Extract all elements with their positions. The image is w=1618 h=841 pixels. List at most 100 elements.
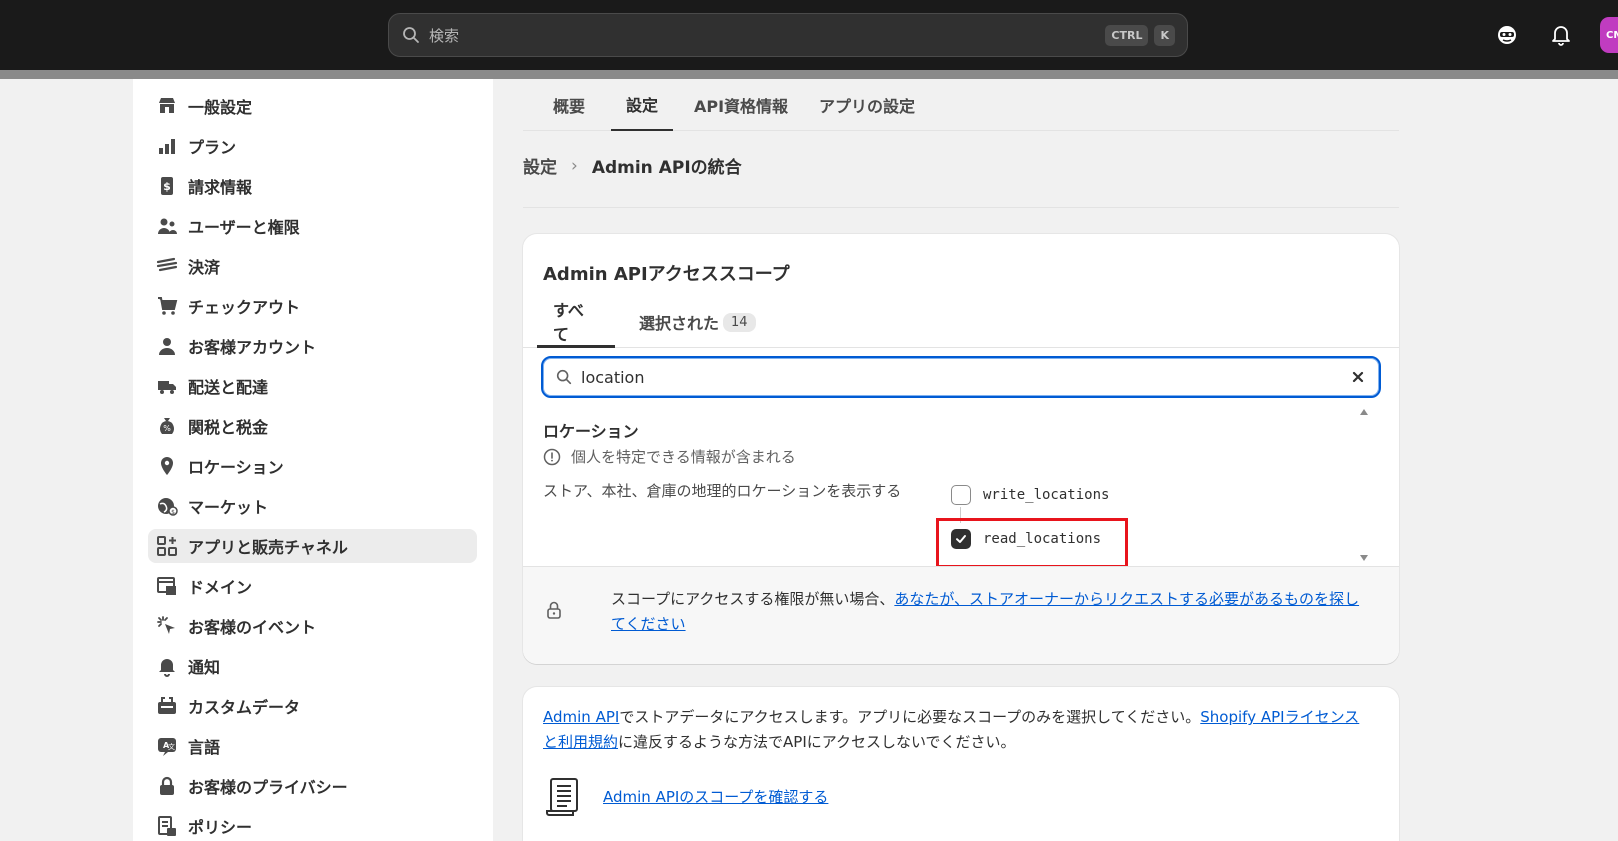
permission-notice: スコープにアクセスする権限が無い場合、あなたが、ストアオーナーからリクエストする… xyxy=(523,566,1399,664)
pii-note: 個人を特定できる情報が含まれる xyxy=(571,448,796,466)
sidebar-item-label: ロケーション xyxy=(188,458,284,477)
access-scopes-card: Admin APIアクセススコープ すべて 選択された 14 location … xyxy=(523,234,1399,664)
section-title: ロケーション xyxy=(543,422,639,441)
top-bar: 検索 CTRL K CM xyxy=(0,0,1618,70)
settings-sidebar: 一般設定プラン $ 請求情報ユーザーと権限決済チェックアウト お客様アカウント 配送と配… xyxy=(133,79,493,841)
divider xyxy=(523,207,1399,208)
sidebar-item-17[interactable]: お客様のプライバシー xyxy=(148,769,477,803)
sidebar-item-18[interactable]: ポリシー xyxy=(148,809,477,841)
sidebar-item-10[interactable]: $ マーケット xyxy=(148,489,477,523)
card-title: Admin APIアクセススコープ xyxy=(543,264,790,285)
domain-icon xyxy=(156,575,178,597)
info-text-1: でストアデータにアクセスします。アプリに必要なスコープのみを選択してください。 xyxy=(619,708,1201,726)
breadcrumb-parent[interactable]: 設定 xyxy=(523,153,557,178)
sidebar-item-8[interactable]: % 関税と税金 xyxy=(148,409,477,443)
sidekick-icon[interactable] xyxy=(1494,22,1520,48)
sidebar-item-label: お客様のイベント xyxy=(188,618,317,637)
users-icon xyxy=(156,215,178,237)
sidebar-item-3[interactable]: ユーザーと権限 xyxy=(148,209,477,243)
search-icon xyxy=(556,369,572,385)
avatar[interactable]: CM xyxy=(1600,17,1618,53)
breadcrumb: 設定 › Admin APIの統合 xyxy=(523,153,742,179)
globe-icon: $ xyxy=(156,495,178,517)
sidebar-item-13[interactable]: お客様のイベント xyxy=(148,609,477,643)
scopes-doc-row: Admin APIのスコープを確認する xyxy=(543,775,828,817)
cursor-click-icon xyxy=(156,615,178,637)
sidebar-item-0[interactable]: 一般設定 xyxy=(148,89,477,123)
sidebar-item-9[interactable]: ロケーション xyxy=(148,449,477,483)
sidebar-item-2[interactable]: $ 請求情報 xyxy=(148,169,477,203)
scope-search-input[interactable]: location xyxy=(541,356,1381,398)
tab-selected-label: 選択された xyxy=(639,314,720,333)
sidebar-item-4[interactable]: 決済 xyxy=(148,249,477,283)
page-title: Admin APIの統合 xyxy=(591,158,742,178)
notice-text: スコープにアクセスする権限が無い場合、あなたが、ストアオーナーからリクエストする… xyxy=(611,587,1371,637)
sidebar-item-14[interactable]: 通知 xyxy=(148,649,477,683)
chevron-right-icon: › xyxy=(571,155,578,176)
checkbox-unchecked[interactable] xyxy=(951,485,971,505)
shortcut-k: K xyxy=(1154,24,1175,46)
sidebar-item-16[interactable]: A 文言語 xyxy=(148,729,477,763)
tab-selected[interactable]: 選択された 14 xyxy=(623,296,772,348)
sidebar-item-label: ポリシー xyxy=(188,818,253,837)
sidebar-item-label: マーケット xyxy=(188,498,269,517)
loading-bar xyxy=(0,70,1618,79)
review-scopes-link[interactable]: Admin APIのスコープを確認する xyxy=(603,786,828,807)
sidebar-item-label: お客様アカウント xyxy=(188,338,317,357)
document-scroll-icon xyxy=(546,778,578,816)
sidebar-item-7[interactable]: 配送と配達 xyxy=(148,369,477,403)
bell-icon xyxy=(156,655,178,677)
sidebar-item-1[interactable]: プラン xyxy=(148,129,477,163)
notice-message: スコープにアクセスする権限が無い場合、 xyxy=(611,590,895,608)
payments-icon xyxy=(156,255,178,277)
tab-all[interactable]: すべて xyxy=(537,296,615,348)
search-value: location xyxy=(581,367,645,387)
lock-icon xyxy=(547,601,561,619)
tax-icon: % xyxy=(156,415,178,437)
main-content: 概要 設定 API資格情報 アプリの設定 設定 › Admin APIの統合 A… xyxy=(493,79,1618,841)
tab-api-credentials[interactable]: API資格情報 xyxy=(691,79,791,131)
scroll-up-arrow-icon[interactable] xyxy=(1359,408,1369,416)
sidebar-item-label: プラン xyxy=(188,138,237,157)
svg-text:$: $ xyxy=(171,509,175,516)
person-icon xyxy=(156,335,178,357)
truck-icon xyxy=(156,375,178,397)
language-icon: A文 xyxy=(156,735,178,757)
policy-icon xyxy=(156,815,178,837)
scope-write-locations[interactable]: write_locations xyxy=(951,485,1109,505)
admin-api-link[interactable]: Admin API xyxy=(543,708,619,726)
metafields-icon xyxy=(156,695,178,717)
sidebar-item-label: 配送と配達 xyxy=(188,378,269,397)
cart-icon xyxy=(156,295,178,317)
clear-icon[interactable] xyxy=(1349,368,1367,386)
sidebar-item-label: 決済 xyxy=(188,258,221,277)
tab-settings[interactable]: 設定 xyxy=(611,79,673,131)
api-info-card: Admin APIでストアデータにアクセスします。アプリに必要なスコープのみを選… xyxy=(523,687,1399,841)
pii-warning: 個人を特定できる情報が含まれる xyxy=(543,446,796,467)
sidebar-item-label: お客様のプライバシー xyxy=(188,778,348,797)
bell-icon[interactable] xyxy=(1548,22,1574,48)
info-text-2: に違反するような方法でAPIにアクセスしないでください。 xyxy=(618,733,1016,751)
tab-overview[interactable]: 概要 xyxy=(543,79,595,131)
sidebar-item-12[interactable]: ドメイン xyxy=(148,569,477,603)
svg-text:文: 文 xyxy=(168,742,175,751)
sidebar-item-label: アプリと販売チャネル xyxy=(188,538,348,557)
highlight-box xyxy=(936,518,1128,568)
scope-description: ストア、本社、倉庫の地理的ロケーションを表示する xyxy=(543,482,902,500)
sidebar-item-label: カスタムデータ xyxy=(188,698,301,717)
location-pin-icon xyxy=(156,455,178,477)
api-info-text: Admin APIでストアデータにアクセスします。アプリに必要なスコープのみを選… xyxy=(543,705,1363,755)
sidebar-item-label: ドメイン xyxy=(188,578,253,597)
scope-name: write_locations xyxy=(983,487,1110,503)
search-icon xyxy=(403,27,419,43)
search-placeholder: 検索 xyxy=(429,26,460,45)
sidebar-item-5[interactable]: チェックアウト xyxy=(148,289,477,323)
scroll-down-arrow-icon[interactable] xyxy=(1359,554,1369,562)
tab-app-settings[interactable]: アプリの設定 xyxy=(813,79,921,131)
sidebar-item-6[interactable]: お客様アカウント xyxy=(148,329,477,363)
sidebar-item-15[interactable]: カスタムデータ xyxy=(148,689,477,723)
sidebar-item-label: チェックアウト xyxy=(188,298,301,317)
shortcut-ctrl: CTRL xyxy=(1105,24,1149,46)
sidebar-item-11[interactable]: アプリと販売チャネル xyxy=(148,529,477,563)
global-search[interactable]: 検索 CTRL K xyxy=(388,13,1188,57)
